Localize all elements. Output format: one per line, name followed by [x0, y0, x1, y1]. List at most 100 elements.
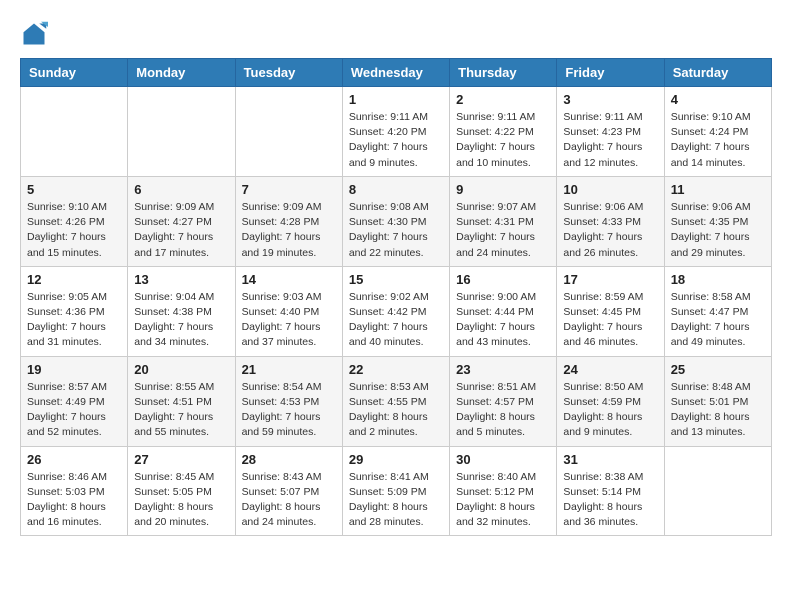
calendar-day-cell: 29 Sunrise: 8:41 AM Sunset: 5:09 PM Dayli… — [342, 446, 449, 536]
day-number: 15 — [349, 272, 443, 287]
calendar-day-cell: 8Sunrise: 9:08 AM Sunset: 4:30 PM Daylig… — [342, 176, 449, 266]
calendar-day-cell: 10 Sunrise: 9:06 AM Sunset: 4:33 PM Dayli… — [557, 176, 664, 266]
day-number: 20 — [134, 362, 228, 377]
day-detail: Sunrise: 8:43 AM Sunset: 5:07 PM Dayligh… — [242, 470, 336, 531]
calendar-week-row: 19 Sunrise: 8:57 AM Sunset: 4:49 PM Dayli… — [21, 356, 772, 446]
calendar-week-row: 1Sunrise: 9:11 AM Sunset: 4:20 PM Daylig… — [21, 87, 772, 177]
day-of-week-header: Sunday — [21, 59, 128, 87]
day-detail: Sunrise: 9:10 AM Sunset: 4:26 PM Dayligh… — [27, 200, 121, 261]
day-number: 9 — [456, 182, 550, 197]
day-of-week-header: Saturday — [664, 59, 771, 87]
day-number: 14 — [242, 272, 336, 287]
day-number: 19 — [27, 362, 121, 377]
day-detail: Sunrise: 9:10 AM Sunset: 4:24 PM Dayligh… — [671, 110, 765, 171]
calendar-header-row: SundayMondayTuesdayWednesdayThursdayFrid… — [21, 59, 772, 87]
day-detail: Sunrise: 8:41 AM Sunset: 5:09 PM Dayligh… — [349, 470, 443, 531]
calendar-day-cell: 5 Sunrise: 9:10 AM Sunset: 4:26 PM Daylig… — [21, 176, 128, 266]
day-number: 13 — [134, 272, 228, 287]
day-number: 7 — [242, 182, 336, 197]
calendar-day-cell: 15 Sunrise: 9:02 AM Sunset: 4:42 PM Dayli… — [342, 266, 449, 356]
day-detail: Sunrise: 8:57 AM Sunset: 4:49 PM Dayligh… — [27, 380, 121, 441]
day-detail: Sunrise: 8:59 AM Sunset: 4:45 PM Dayligh… — [563, 290, 657, 351]
calendar-week-row: 12Sunrise: 9:05 AM Sunset: 4:36 PM Dayli… — [21, 266, 772, 356]
calendar-day-cell: 13 Sunrise: 9:04 AM Sunset: 4:38 PM Dayli… — [128, 266, 235, 356]
calendar-day-cell: 11Sunrise: 9:06 AM Sunset: 4:35 PM Dayli… — [664, 176, 771, 266]
day-number: 31 — [563, 452, 657, 467]
calendar-day-cell: 1Sunrise: 9:11 AM Sunset: 4:20 PM Daylig… — [342, 87, 449, 177]
day-detail: Sunrise: 9:11 AM Sunset: 4:22 PM Dayligh… — [456, 110, 550, 171]
calendar-day-cell — [21, 87, 128, 177]
day-number: 10 — [563, 182, 657, 197]
calendar-day-cell: 21Sunrise: 8:54 AM Sunset: 4:53 PM Dayli… — [235, 356, 342, 446]
day-number: 27 — [134, 452, 228, 467]
day-of-week-header: Monday — [128, 59, 235, 87]
day-number: 25 — [671, 362, 765, 377]
day-detail: Sunrise: 8:48 AM Sunset: 5:01 PM Dayligh… — [671, 380, 765, 441]
calendar-day-cell: 3 Sunrise: 9:11 AM Sunset: 4:23 PM Daylig… — [557, 87, 664, 177]
calendar-day-cell: 2 Sunrise: 9:11 AM Sunset: 4:22 PM Daylig… — [450, 87, 557, 177]
calendar-day-cell: 24Sunrise: 8:50 AM Sunset: 4:59 PM Dayli… — [557, 356, 664, 446]
calendar-day-cell — [235, 87, 342, 177]
day-detail: Sunrise: 8:40 AM Sunset: 5:12 PM Dayligh… — [456, 470, 550, 531]
day-number: 5 — [27, 182, 121, 197]
day-detail: Sunrise: 8:46 AM Sunset: 5:03 PM Dayligh… — [27, 470, 121, 531]
day-detail: Sunrise: 9:09 AM Sunset: 4:27 PM Dayligh… — [134, 200, 228, 261]
day-number: 16 — [456, 272, 550, 287]
calendar-day-cell: 22 Sunrise: 8:53 AM Sunset: 4:55 PM Dayli… — [342, 356, 449, 446]
day-detail: Sunrise: 9:03 AM Sunset: 4:40 PM Dayligh… — [242, 290, 336, 351]
day-detail: Sunrise: 9:06 AM Sunset: 4:33 PM Dayligh… — [563, 200, 657, 261]
calendar-day-cell: 26Sunrise: 8:46 AM Sunset: 5:03 PM Dayli… — [21, 446, 128, 536]
calendar-day-cell — [128, 87, 235, 177]
day-detail: Sunrise: 9:11 AM Sunset: 4:23 PM Dayligh… — [563, 110, 657, 171]
day-number: 29 — [349, 452, 443, 467]
day-detail: Sunrise: 8:45 AM Sunset: 5:05 PM Dayligh… — [134, 470, 228, 531]
day-number: 1 — [349, 92, 443, 107]
day-detail: Sunrise: 9:07 AM Sunset: 4:31 PM Dayligh… — [456, 200, 550, 261]
logo-icon — [20, 20, 48, 48]
calendar-day-cell: 30 Sunrise: 8:40 AM Sunset: 5:12 PM Dayli… — [450, 446, 557, 536]
day-detail: Sunrise: 9:09 AM Sunset: 4:28 PM Dayligh… — [242, 200, 336, 261]
day-detail: Sunrise: 8:58 AM Sunset: 4:47 PM Dayligh… — [671, 290, 765, 351]
day-detail: Sunrise: 8:51 AM Sunset: 4:57 PM Dayligh… — [456, 380, 550, 441]
day-number: 28 — [242, 452, 336, 467]
calendar-table: SundayMondayTuesdayWednesdayThursdayFrid… — [20, 58, 772, 536]
calendar-day-cell: 18 Sunrise: 8:58 AM Sunset: 4:47 PM Dayli… — [664, 266, 771, 356]
day-number: 6 — [134, 182, 228, 197]
calendar-week-row: 26Sunrise: 8:46 AM Sunset: 5:03 PM Dayli… — [21, 446, 772, 536]
day-of-week-header: Friday — [557, 59, 664, 87]
day-number: 22 — [349, 362, 443, 377]
page-header — [20, 20, 772, 48]
day-detail: Sunrise: 8:53 AM Sunset: 4:55 PM Dayligh… — [349, 380, 443, 441]
calendar-day-cell: 14 Sunrise: 9:03 AM Sunset: 4:40 PM Dayli… — [235, 266, 342, 356]
day-detail: Sunrise: 9:02 AM Sunset: 4:42 PM Dayligh… — [349, 290, 443, 351]
logo — [20, 20, 52, 48]
calendar-day-cell: 16Sunrise: 9:00 AM Sunset: 4:44 PM Dayli… — [450, 266, 557, 356]
day-detail: Sunrise: 8:55 AM Sunset: 4:51 PM Dayligh… — [134, 380, 228, 441]
day-detail: Sunrise: 8:50 AM Sunset: 4:59 PM Dayligh… — [563, 380, 657, 441]
calendar-day-cell: 7 Sunrise: 9:09 AM Sunset: 4:28 PM Daylig… — [235, 176, 342, 266]
calendar-day-cell: 19 Sunrise: 8:57 AM Sunset: 4:49 PM Dayli… — [21, 356, 128, 446]
day-detail: Sunrise: 8:54 AM Sunset: 4:53 PM Dayligh… — [242, 380, 336, 441]
calendar-day-cell: 6 Sunrise: 9:09 AM Sunset: 4:27 PM Daylig… — [128, 176, 235, 266]
day-number: 12 — [27, 272, 121, 287]
day-number: 23 — [456, 362, 550, 377]
day-of-week-header: Tuesday — [235, 59, 342, 87]
calendar-day-cell: 20 Sunrise: 8:55 AM Sunset: 4:51 PM Dayli… — [128, 356, 235, 446]
calendar-day-cell: 9 Sunrise: 9:07 AM Sunset: 4:31 PM Daylig… — [450, 176, 557, 266]
calendar-day-cell: 27 Sunrise: 8:45 AM Sunset: 5:05 PM Dayli… — [128, 446, 235, 536]
day-number: 3 — [563, 92, 657, 107]
day-detail: Sunrise: 8:38 AM Sunset: 5:14 PM Dayligh… — [563, 470, 657, 531]
calendar-day-cell: 31 Sunrise: 8:38 AM Sunset: 5:14 PM Dayli… — [557, 446, 664, 536]
day-number: 2 — [456, 92, 550, 107]
calendar-day-cell: 23 Sunrise: 8:51 AM Sunset: 4:57 PM Dayli… — [450, 356, 557, 446]
day-number: 30 — [456, 452, 550, 467]
day-detail: Sunrise: 9:08 AM Sunset: 4:30 PM Dayligh… — [349, 200, 443, 261]
calendar-week-row: 5 Sunrise: 9:10 AM Sunset: 4:26 PM Daylig… — [21, 176, 772, 266]
day-number: 18 — [671, 272, 765, 287]
day-detail: Sunrise: 9:04 AM Sunset: 4:38 PM Dayligh… — [134, 290, 228, 351]
calendar-day-cell: 4Sunrise: 9:10 AM Sunset: 4:24 PM Daylig… — [664, 87, 771, 177]
day-of-week-header: Wednesday — [342, 59, 449, 87]
calendar-day-cell: 25 Sunrise: 8:48 AM Sunset: 5:01 PM Dayli… — [664, 356, 771, 446]
calendar-day-cell: 17Sunrise: 8:59 AM Sunset: 4:45 PM Dayli… — [557, 266, 664, 356]
day-detail: Sunrise: 9:06 AM Sunset: 4:35 PM Dayligh… — [671, 200, 765, 261]
